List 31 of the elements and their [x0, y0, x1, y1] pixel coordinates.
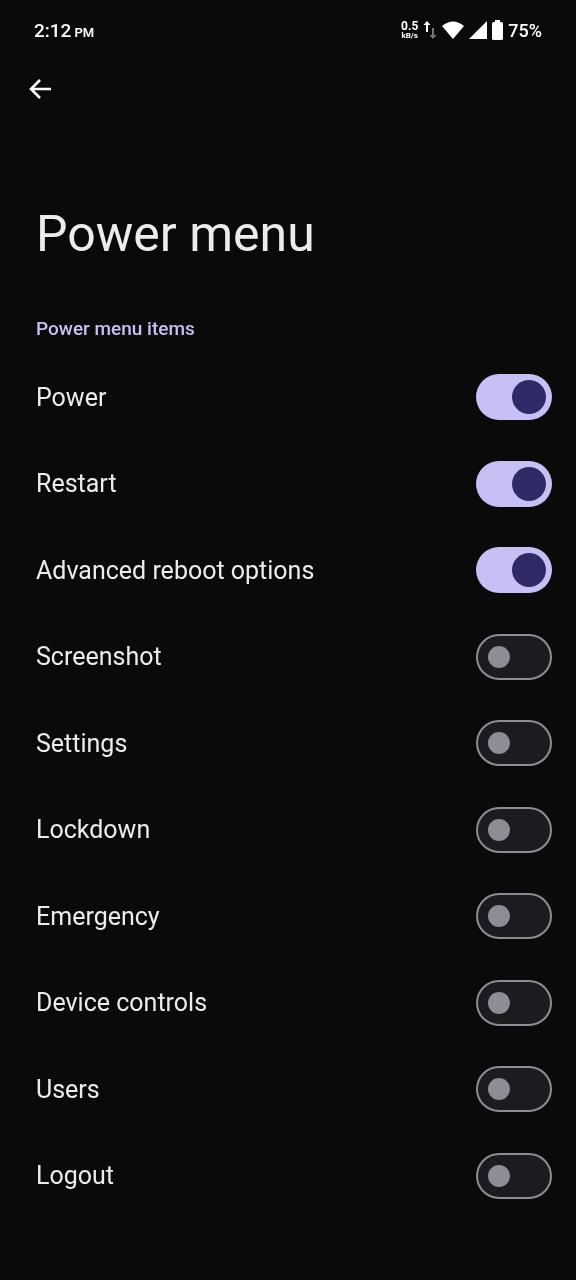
setting-label: Advanced reboot options	[36, 555, 315, 585]
toggle-switch[interactable]	[476, 460, 552, 507]
toggle-switch[interactable]	[476, 374, 552, 421]
toggle-switch[interactable]	[476, 806, 552, 853]
section-header: Power menu items	[36, 316, 195, 342]
battery-percentage: 75%	[508, 19, 542, 41]
setting-label: Screenshot	[36, 642, 162, 672]
setting-label: Power	[36, 382, 107, 412]
setting-label: Restart	[36, 469, 117, 499]
network-speed: 0.5	[401, 20, 419, 32]
setting-label: Emergency	[36, 901, 160, 931]
toggle-switch[interactable]	[476, 893, 552, 940]
toggle-switch[interactable]	[476, 979, 552, 1026]
page-title: Power menu	[36, 204, 316, 264]
battery-icon	[492, 20, 504, 40]
setting-label: Logout	[36, 1161, 114, 1191]
status-time: 2:12	[34, 18, 72, 42]
data-arrows-icon	[423, 19, 438, 41]
setting-label: Settings	[36, 728, 128, 758]
toggle-switch[interactable]	[476, 1152, 552, 1199]
toggle-switch[interactable]	[476, 1066, 552, 1113]
setting-label: Lockdown	[36, 815, 151, 845]
toggle-switch[interactable]	[476, 633, 552, 680]
setting-label: Users	[36, 1074, 100, 1104]
toggle-switch[interactable]	[476, 547, 552, 594]
network-speed-unit: kB/s	[401, 32, 418, 40]
wifi-icon	[442, 21, 465, 39]
signal-icon	[469, 21, 488, 39]
time-suffix: PM	[74, 24, 95, 40]
setting-label: Device controls	[36, 988, 208, 1018]
toggle-switch[interactable]	[476, 720, 552, 767]
